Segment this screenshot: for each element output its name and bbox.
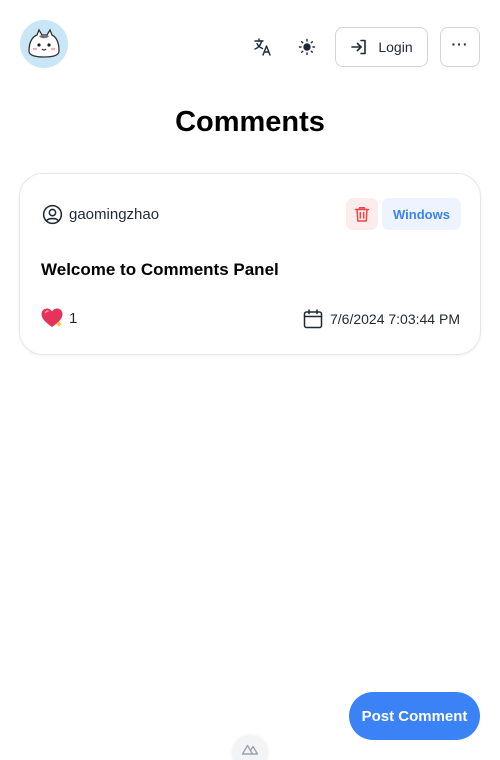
calendar-icon xyxy=(303,309,323,329)
post-comment-button[interactable]: Post Comment xyxy=(349,692,480,740)
user-circle-icon xyxy=(42,204,63,225)
username: gaomingzhao xyxy=(69,206,160,223)
date-text: 7/6/2024 7:03:44 PM xyxy=(330,311,460,327)
more-icon: ··· xyxy=(451,36,469,52)
delete-comment-button[interactable] xyxy=(346,198,378,230)
translate-button[interactable] xyxy=(244,28,282,66)
page-title: Comments xyxy=(175,106,325,138)
more-menu-button[interactable]: ··· xyxy=(440,27,480,67)
trash-icon xyxy=(354,207,370,222)
like-button[interactable]: 1 xyxy=(40,306,77,330)
login-icon xyxy=(351,39,367,55)
theme-toggle-button[interactable] xyxy=(288,28,326,66)
login-button[interactable]: Login xyxy=(335,27,428,67)
nuxt-icon xyxy=(241,744,259,755)
comment-text: Welcome to Comments Panel xyxy=(41,260,279,279)
nuxt-devtools-button[interactable] xyxy=(233,736,267,760)
translate-icon xyxy=(254,38,271,56)
comment-date: 7/6/2024 7:03:44 PM xyxy=(302,308,460,330)
heart-icon xyxy=(41,308,63,327)
os-badge: Windows xyxy=(382,198,461,230)
login-label: Login xyxy=(378,39,413,55)
header: Login ··· xyxy=(0,0,500,88)
like-count: 1 xyxy=(69,309,78,327)
sun-icon xyxy=(298,38,316,56)
comment-card: gaomingzhao Windows Welcome to Comments … xyxy=(19,173,481,355)
cat-avatar[interactable] xyxy=(20,20,68,68)
comment-author: gaomingzhao xyxy=(42,204,159,225)
